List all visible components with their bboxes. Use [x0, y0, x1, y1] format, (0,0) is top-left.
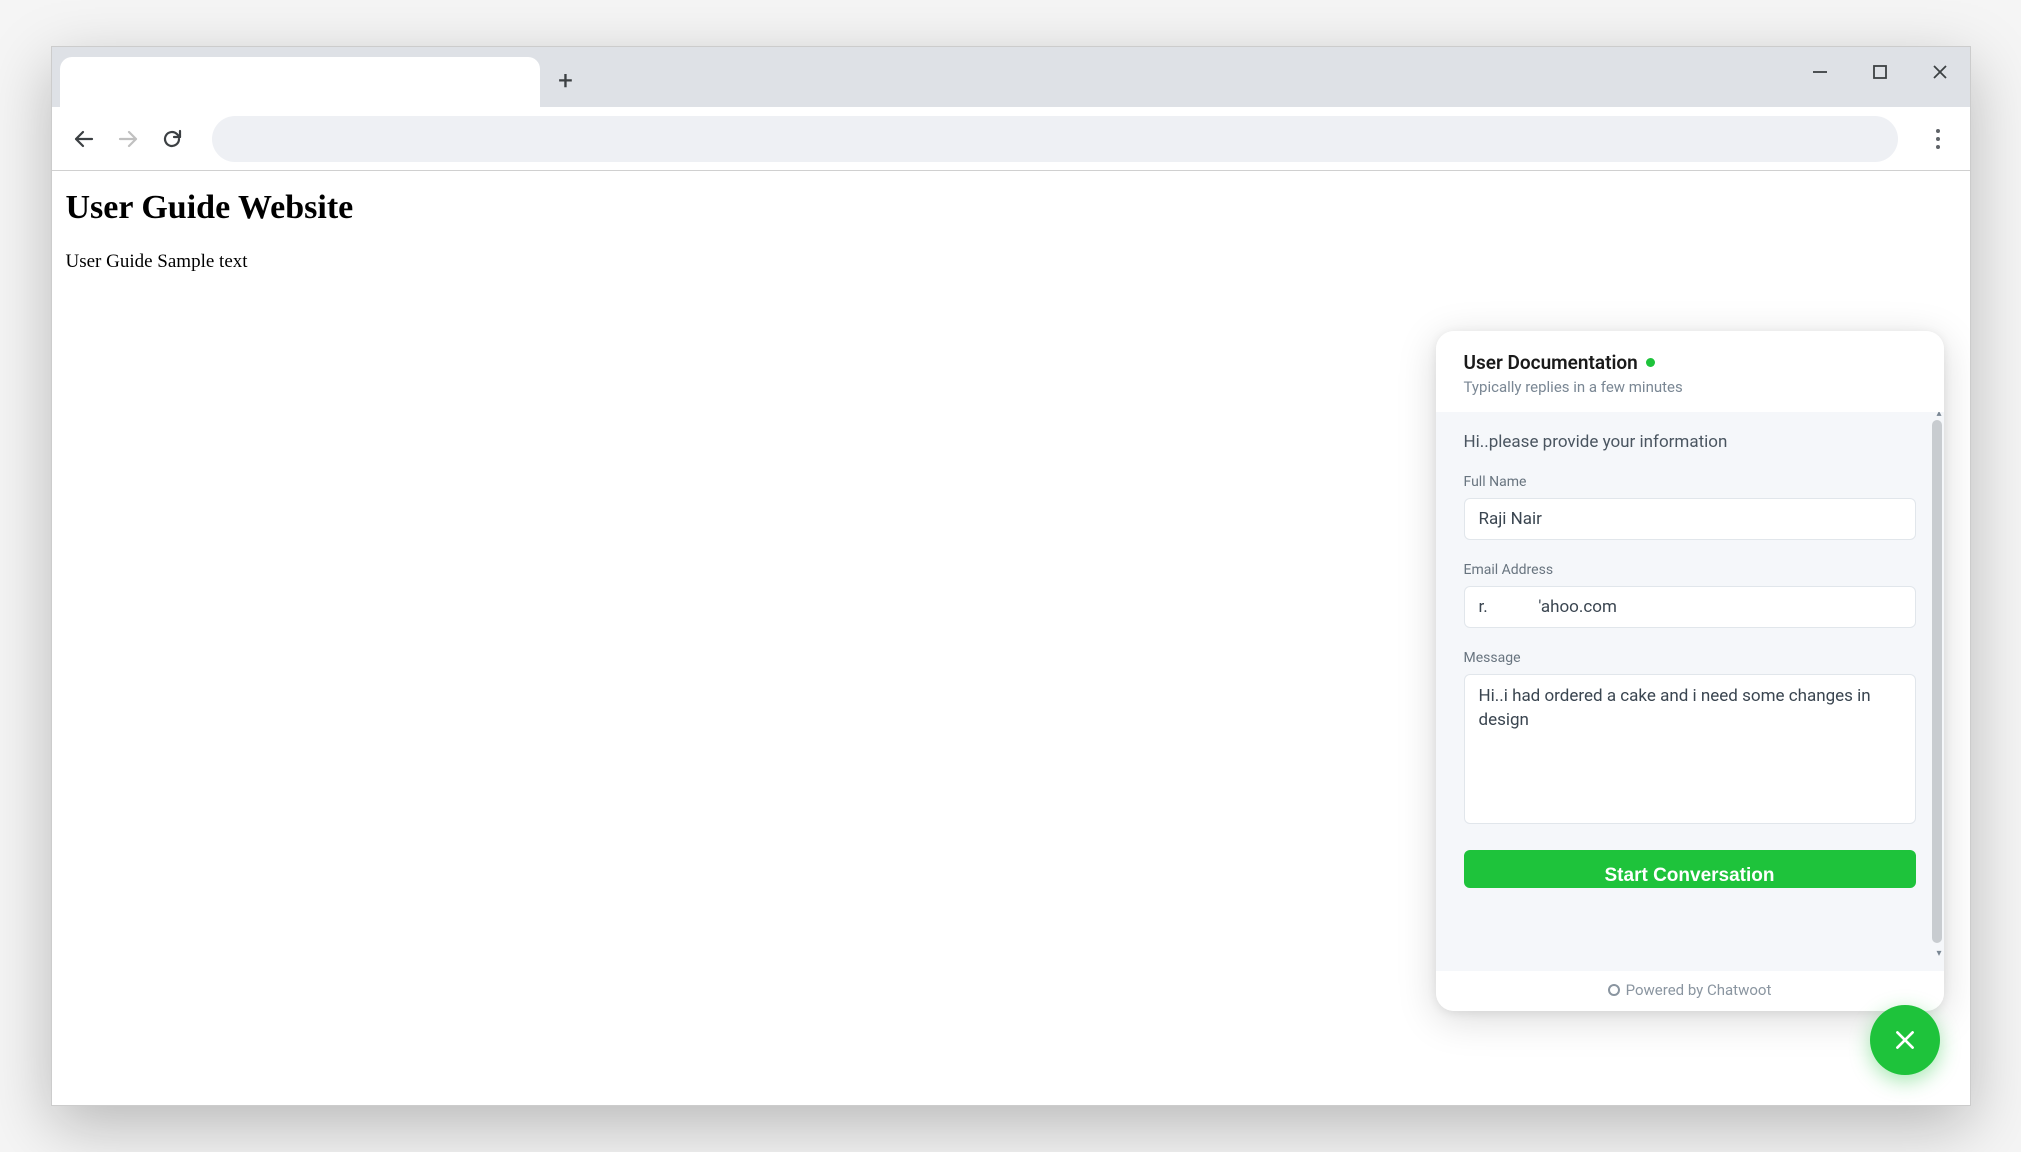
message-textarea[interactable]: [1464, 674, 1916, 824]
chat-footer-text: Powered by Chatwoot: [1626, 981, 1772, 999]
plus-icon: +: [558, 66, 573, 96]
chat-widget: User Documentation Typically replies in …: [1436, 331, 1944, 1011]
browser-window: + Use: [51, 46, 1971, 1106]
chat-body: Hi..please provide your information Full…: [1436, 412, 1944, 971]
address-bar[interactable]: [212, 116, 1898, 162]
kebab-dot-icon: [1936, 137, 1940, 141]
forward-button[interactable]: [106, 117, 150, 161]
kebab-dot-icon: [1936, 145, 1940, 149]
scroll-down-arrow-icon: ▾: [1936, 948, 1941, 959]
new-tab-button[interactable]: +: [546, 61, 586, 101]
close-window-button[interactable]: [1910, 47, 1970, 97]
email-input[interactable]: [1464, 586, 1916, 628]
chat-footer: Powered by Chatwoot: [1436, 971, 1944, 1011]
close-icon: [1931, 63, 1949, 81]
full-name-label: Full Name: [1464, 474, 1916, 490]
maximize-icon: [1871, 63, 1889, 81]
start-conversation-button[interactable]: Start Conversation: [1464, 850, 1916, 888]
chat-title: User Documentation: [1464, 351, 1638, 374]
minimize-button[interactable]: [1790, 47, 1850, 97]
arrow-left-icon: [72, 127, 96, 151]
window-controls: [1790, 47, 1970, 97]
minimize-icon: [1811, 63, 1829, 81]
chat-close-fab[interactable]: [1870, 1005, 1940, 1075]
browser-tab[interactable]: [60, 57, 540, 107]
arrow-right-icon: [116, 127, 140, 151]
full-name-input[interactable]: [1464, 498, 1916, 540]
online-status-icon: [1646, 358, 1655, 367]
email-label: Email Address: [1464, 562, 1916, 578]
browser-toolbar: [52, 107, 1970, 171]
page-content: User Guide Website User Guide Sample tex…: [52, 171, 1970, 291]
browser-menu-button[interactable]: [1916, 117, 1960, 161]
reload-button[interactable]: [150, 117, 194, 161]
message-label: Message: [1464, 650, 1916, 666]
chat-prompt-text: Hi..please provide your information: [1464, 432, 1916, 452]
page-body-text: User Guide Sample text: [66, 251, 1956, 273]
back-button[interactable]: [62, 117, 106, 161]
scroll-up-arrow-icon: ▴: [1936, 412, 1941, 419]
page-heading: User Guide Website: [66, 189, 1956, 227]
maximize-button[interactable]: [1850, 47, 1910, 97]
chat-header: User Documentation Typically replies in …: [1436, 331, 1944, 412]
reload-icon: [160, 127, 184, 151]
kebab-dot-icon: [1936, 129, 1940, 133]
close-icon: [1892, 1027, 1918, 1053]
tab-strip: +: [52, 47, 1970, 107]
chat-scrollbar[interactable]: [1932, 420, 1942, 943]
chat-subtitle: Typically replies in a few minutes: [1464, 378, 1916, 396]
chatwoot-logo-icon: [1608, 984, 1620, 996]
